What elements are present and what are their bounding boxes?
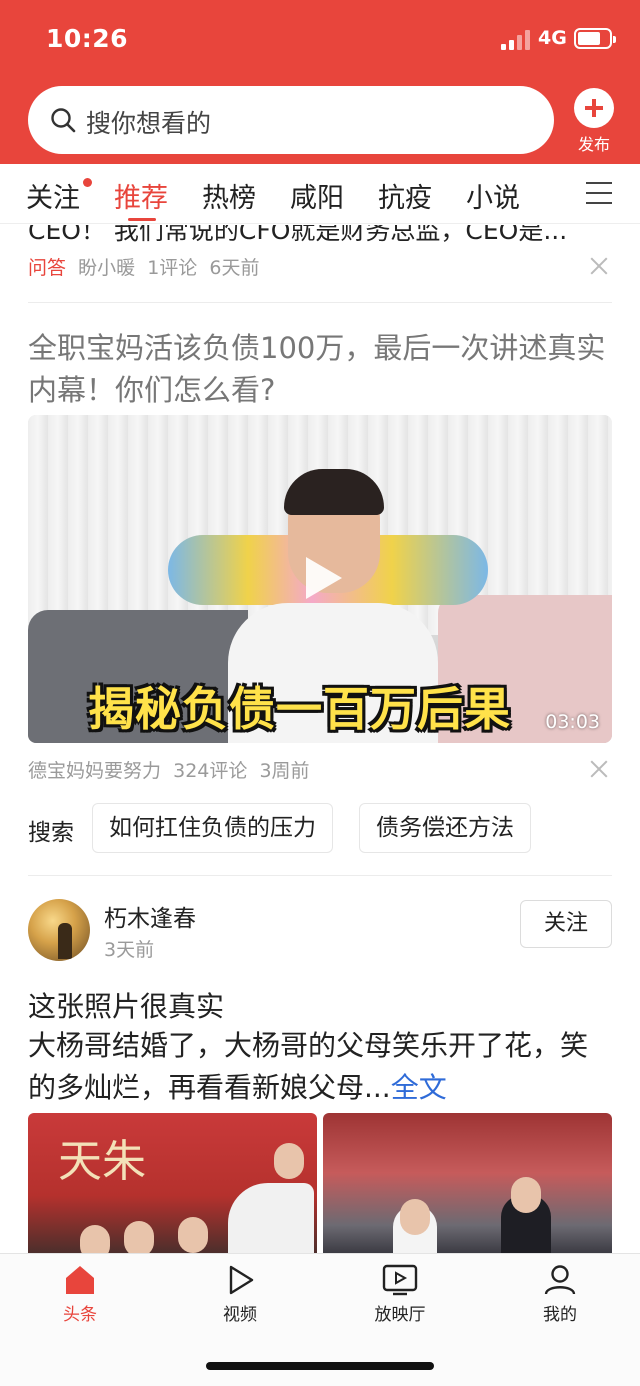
search-suggestion-chip[interactable]: 如何扛住负债的压力 xyxy=(92,803,333,853)
comment-count: 324评论 xyxy=(173,760,248,782)
post-author[interactable]: 朽木逢春 xyxy=(104,899,196,933)
nav-video[interactable]: 视频 xyxy=(190,1264,290,1325)
active-tab-indicator xyxy=(128,218,156,221)
menu-icon[interactable] xyxy=(586,182,612,206)
comment-count: 1评论 xyxy=(147,257,198,279)
play-icon[interactable] xyxy=(296,553,346,603)
nav-cinema[interactable]: 放映厅 xyxy=(350,1264,450,1325)
photo-text: 天朱 xyxy=(58,1136,146,1187)
publish-time: 3周前 xyxy=(259,760,310,782)
post-image[interactable]: 天朱 xyxy=(28,1113,317,1253)
nav-headlines[interactable]: 头条 xyxy=(30,1264,130,1325)
avatar[interactable] xyxy=(28,899,90,961)
tab-label: 推荐 xyxy=(114,183,168,214)
post-image[interactable] xyxy=(323,1113,612,1253)
search-suggestion-chip[interactable]: 债务偿还方法 xyxy=(359,803,531,853)
status-time: 10:26 xyxy=(46,24,129,53)
qa-tag: 问答 xyxy=(28,257,67,279)
tab-follow[interactable]: 关注 xyxy=(26,176,92,215)
tab-novel[interactable]: 小说 xyxy=(466,176,520,215)
search-bar[interactable]: 搜你想看的 xyxy=(28,86,554,154)
tab-xianyang[interactable]: 咸阳 xyxy=(290,176,344,215)
dismiss-icon[interactable] xyxy=(590,760,608,778)
video-caption: 揭秘负债一百万后果 xyxy=(88,682,511,736)
publish-button[interactable]: 发布 xyxy=(568,88,620,158)
news-feed[interactable]: CEO！ 我们常说的CFO就是财务总监，CEO是... 问答 盼小暖 1评论 6… xyxy=(0,225,640,1253)
user-icon xyxy=(544,1265,576,1295)
related-search: 搜索 如何扛住负债的压力 债务偿还方法 xyxy=(28,803,612,853)
post-images: 天朱 xyxy=(28,1113,612,1253)
post-time: 3天前 xyxy=(104,939,155,961)
tab-recommend[interactable]: 推荐 xyxy=(114,176,168,221)
nav-label: 我的 xyxy=(543,1305,577,1325)
publish-time: 6天前 xyxy=(209,257,260,279)
search-icon xyxy=(51,108,76,133)
divider xyxy=(28,875,612,876)
article-meta: 德宝妈妈要努力 324评论 3周前 xyxy=(28,756,310,783)
network-type: 4G xyxy=(538,27,567,49)
channel-tabs: 关注 推荐 热榜 咸阳 抗疫 小说 xyxy=(0,164,640,224)
divider xyxy=(28,302,612,303)
video-thumbnail[interactable]: 揭秘负债一百万后果 03:03 xyxy=(28,415,612,743)
notification-dot xyxy=(83,178,92,187)
battery-icon xyxy=(574,28,616,49)
follow-button[interactable]: 关注 xyxy=(520,900,612,948)
play-icon xyxy=(229,1265,254,1295)
nav-mine[interactable]: 我的 xyxy=(510,1264,610,1325)
tabs-fade xyxy=(540,164,574,222)
tab-anti-epidemic[interactable]: 抗疫 xyxy=(378,176,432,215)
search-placeholder: 搜你想看的 xyxy=(86,109,212,138)
tab-label: 抗疫 xyxy=(378,183,432,214)
post-title[interactable]: 这张照片很真实 xyxy=(28,985,224,1025)
related-search-label: 搜索 xyxy=(28,820,74,846)
tab-label: 小说 xyxy=(466,183,520,214)
signal-icon xyxy=(501,30,531,50)
tab-label: 热榜 xyxy=(202,183,256,214)
article-title[interactable]: 全职宝妈活该负债100万，最后一次讲述真实内幕！你们怎么看? xyxy=(28,327,618,411)
publish-label: 发布 xyxy=(577,135,610,154)
tab-label: 关注 xyxy=(26,183,80,214)
article-meta: 问答 盼小暖 1评论 6天前 xyxy=(28,253,260,280)
author-name[interactable]: 德宝妈妈要努力 xyxy=(28,760,161,782)
tab-hot-list[interactable]: 热榜 xyxy=(202,176,256,215)
tab-label: 咸阳 xyxy=(290,183,344,214)
tv-icon xyxy=(382,1264,418,1296)
article-title[interactable]: CEO！ 我们常说的CFO就是财务总监，CEO是... xyxy=(28,225,618,247)
author-name[interactable]: 盼小暖 xyxy=(78,257,135,279)
video-duration: 03:03 xyxy=(545,711,600,733)
read-more-link[interactable]: 全文 xyxy=(391,1071,447,1104)
post-text: 大杨哥结婚了，大杨哥的父母笑乐开了花，笑的多灿烂，再看看新娘父母... xyxy=(28,1029,589,1104)
nav-label: 放映厅 xyxy=(374,1305,426,1325)
home-indicator[interactable] xyxy=(206,1362,434,1370)
home-icon xyxy=(66,1266,94,1294)
dismiss-icon[interactable] xyxy=(590,257,608,275)
top-header: 10:26 4G 搜你想看的 发布 xyxy=(0,0,640,164)
nav-label: 头条 xyxy=(63,1305,97,1325)
status-bar: 10:26 4G xyxy=(0,0,640,78)
post-body[interactable]: 大杨哥结婚了，大杨哥的父母笑乐开了花，笑的多灿烂，再看看新娘父母...全文 xyxy=(28,1025,614,1109)
plus-icon xyxy=(574,88,614,128)
nav-label: 视频 xyxy=(223,1305,257,1325)
